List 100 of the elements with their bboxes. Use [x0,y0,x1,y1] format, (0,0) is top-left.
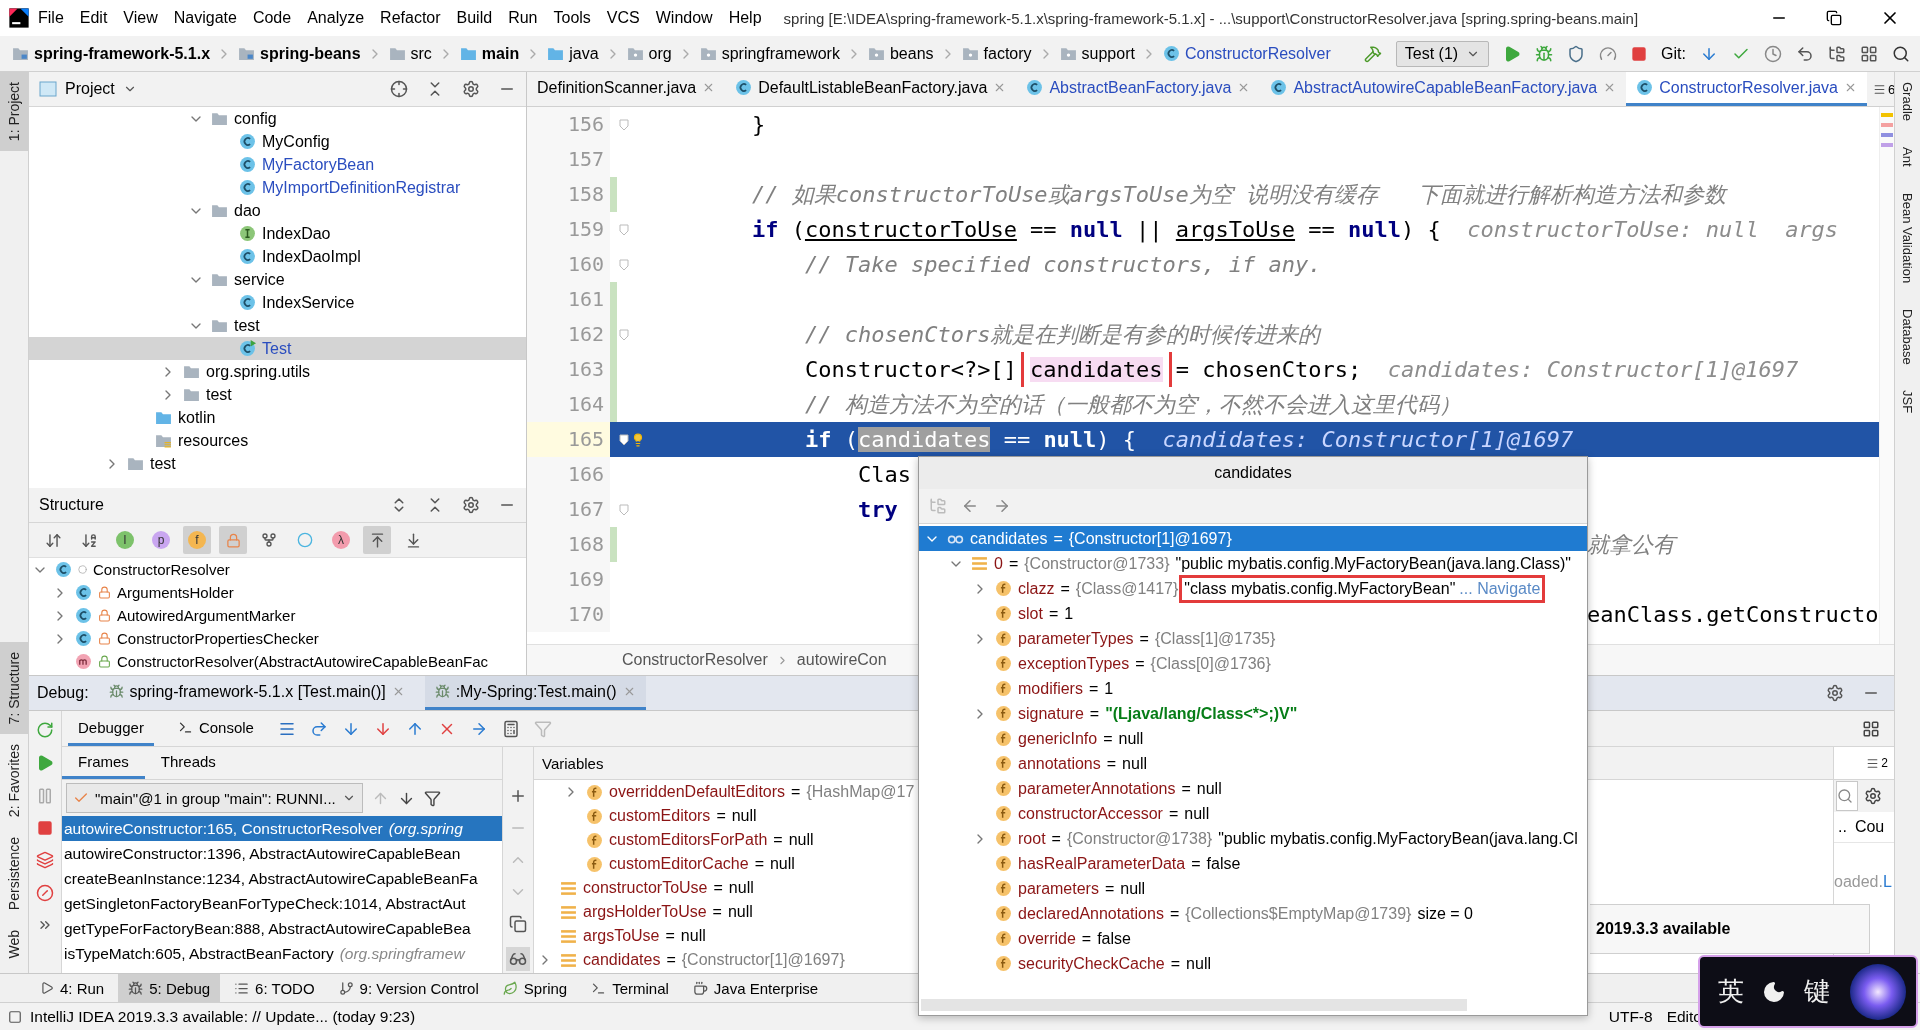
line-number: 170 [527,597,610,632]
line-number: 160 [527,247,610,282]
line-number: 167 [527,492,610,527]
code-token: == [1029,217,1058,242]
code-token: if [750,217,779,242]
equals-sign: = [1088,679,1099,698]
package-name: (org.springframew [339,944,465,963]
variable-name: 0 [994,554,1003,573]
variable-name: candidates [970,529,1048,548]
variable-value: null [731,807,757,825]
variable-name: candidates [583,951,661,969]
variable-value: "public mybatis.config.MyFactoryBean(java.lang.Cl [1218,829,1578,848]
panel-title: Debug: [37,684,89,702]
popup-title: candidates [919,457,1587,489]
equals-sign: = [754,855,764,873]
line-number: 169 [527,562,610,597]
code-comment: // chosenCtors就是在判断是有参的时候传进来的 [803,320,1321,349]
line-number: 159 [527,212,610,247]
equals-sign: = [1104,879,1115,898]
variable-name: signature [1018,704,1084,723]
code-token: null [1043,427,1097,452]
code-comment: // Take specified constructors, if any. [803,252,1322,277]
badge-icon: p [152,531,170,549]
variable-name: customEditorsForPath [609,831,768,849]
equals-sign: = [1103,729,1113,748]
code-token: ) { [1096,427,1137,452]
equals-sign: = [1168,804,1179,823]
inline-debug-value: constructorToUse: null args [1467,217,1839,242]
code-token: } [750,112,766,137]
variable-name: parameters [1018,879,1099,898]
variable-name: constructorToUse [583,879,708,897]
variable-name: root [1018,829,1046,848]
object-reference: {Class@1417} [1075,579,1179,598]
equals-sign: = [1048,604,1059,623]
badge-icon: λ [332,531,350,549]
code-token: == [1307,217,1336,242]
equals-sign: = [1051,829,1061,848]
badge-icon: I [116,531,134,549]
variable-value: "public mybatis.config.MyFactoryBean(java.lang.Class)" [1175,554,1571,573]
variable-value: 1 [1104,679,1114,698]
code-token: candidates [1030,357,1163,382]
equals-sign: = [1008,554,1019,573]
variable-value: "(Ljava/lang/Class<*>;)V" [1105,704,1298,723]
object-reference: {HashMap@17 [806,783,915,801]
window-title: spring [E:\IDEA\spring-framework-5.1.x\spring-framework-5.1.x] - ...\support\ConstructorResolver.java [spring.spring-beans.main] [783,9,1639,27]
object-reference: {Collections$EmptyMap@1739} [1185,904,1412,923]
variable-name: parameterAnnotations [1018,779,1176,798]
equals-sign: = [1135,654,1145,673]
variable-value: null [1120,879,1146,898]
object-reference: {Class[1]@1735} [1154,629,1276,648]
variable-value: null [1184,804,1210,823]
equals-sign: = [1191,854,1201,873]
variable-name: declaredAnnotations [1018,904,1164,923]
code-token: Clas [856,462,911,487]
variable-value: null [680,927,706,945]
code-token: = chosenCtors; [1174,357,1362,382]
line-number: 158 [527,177,610,212]
code-token: || [1135,217,1164,242]
inline-debug-value: candidates: Constructor[1]@1697 [1162,427,1574,452]
variable-value: null [1196,779,1222,798]
object-reference: {Constructor@1733} [1024,554,1170,573]
equals-sign: = [1053,529,1063,548]
variable-name: parameterTypes [1018,629,1134,648]
variable-name: securityCheckCache [1018,954,1165,973]
package-name: (org.spring [388,819,463,838]
line-number: 168 [527,527,610,562]
line-number: 165 [527,422,610,457]
code-token: null [1348,217,1401,242]
code-token: if [803,427,832,452]
code-token: argsToUse [1175,217,1296,242]
equals-sign: = [1060,579,1070,598]
line-number: 163 [527,352,610,387]
variable-value: 1 [1064,604,1074,623]
equals-sign: = [1181,779,1191,798]
object-reference: {Constructor@1738} [1066,829,1213,848]
variable-value: false [1206,854,1241,873]
object-reference: {Constructor[1]@1697} [681,951,845,969]
equals-sign: = [773,831,783,849]
variable-name: annotations [1018,754,1101,773]
variable-value: null [728,879,754,897]
variable-name: modifiers [1018,679,1083,698]
inline-debug-value: candidates: Constructor[1]@1697 [1387,357,1799,382]
variable-name: argsHolderToUse [583,903,707,921]
equals-sign: = [712,903,722,921]
equals-sign: = [713,879,723,897]
code-token: ( [843,427,858,452]
equals-sign: = [1139,629,1149,648]
vcs-label: Git: [1661,44,1686,63]
variable-name: constructorAccessor [1018,804,1163,823]
code-token: eanClass.getConstructo [1587,602,1879,627]
variable-value: null [788,831,814,849]
variable-value: "class mybatis.config.MyFactoryBean" [1184,579,1456,598]
equals-sign: = [1081,929,1092,948]
line-number: 166 [527,457,610,492]
line-number: 157 [527,142,610,177]
variable-value: size = 0 [1417,904,1473,923]
code-token: ) { [1401,217,1441,242]
line-number: 162 [527,317,610,352]
variable-name: customEditors [609,807,711,825]
variable-value: null [727,903,753,921]
